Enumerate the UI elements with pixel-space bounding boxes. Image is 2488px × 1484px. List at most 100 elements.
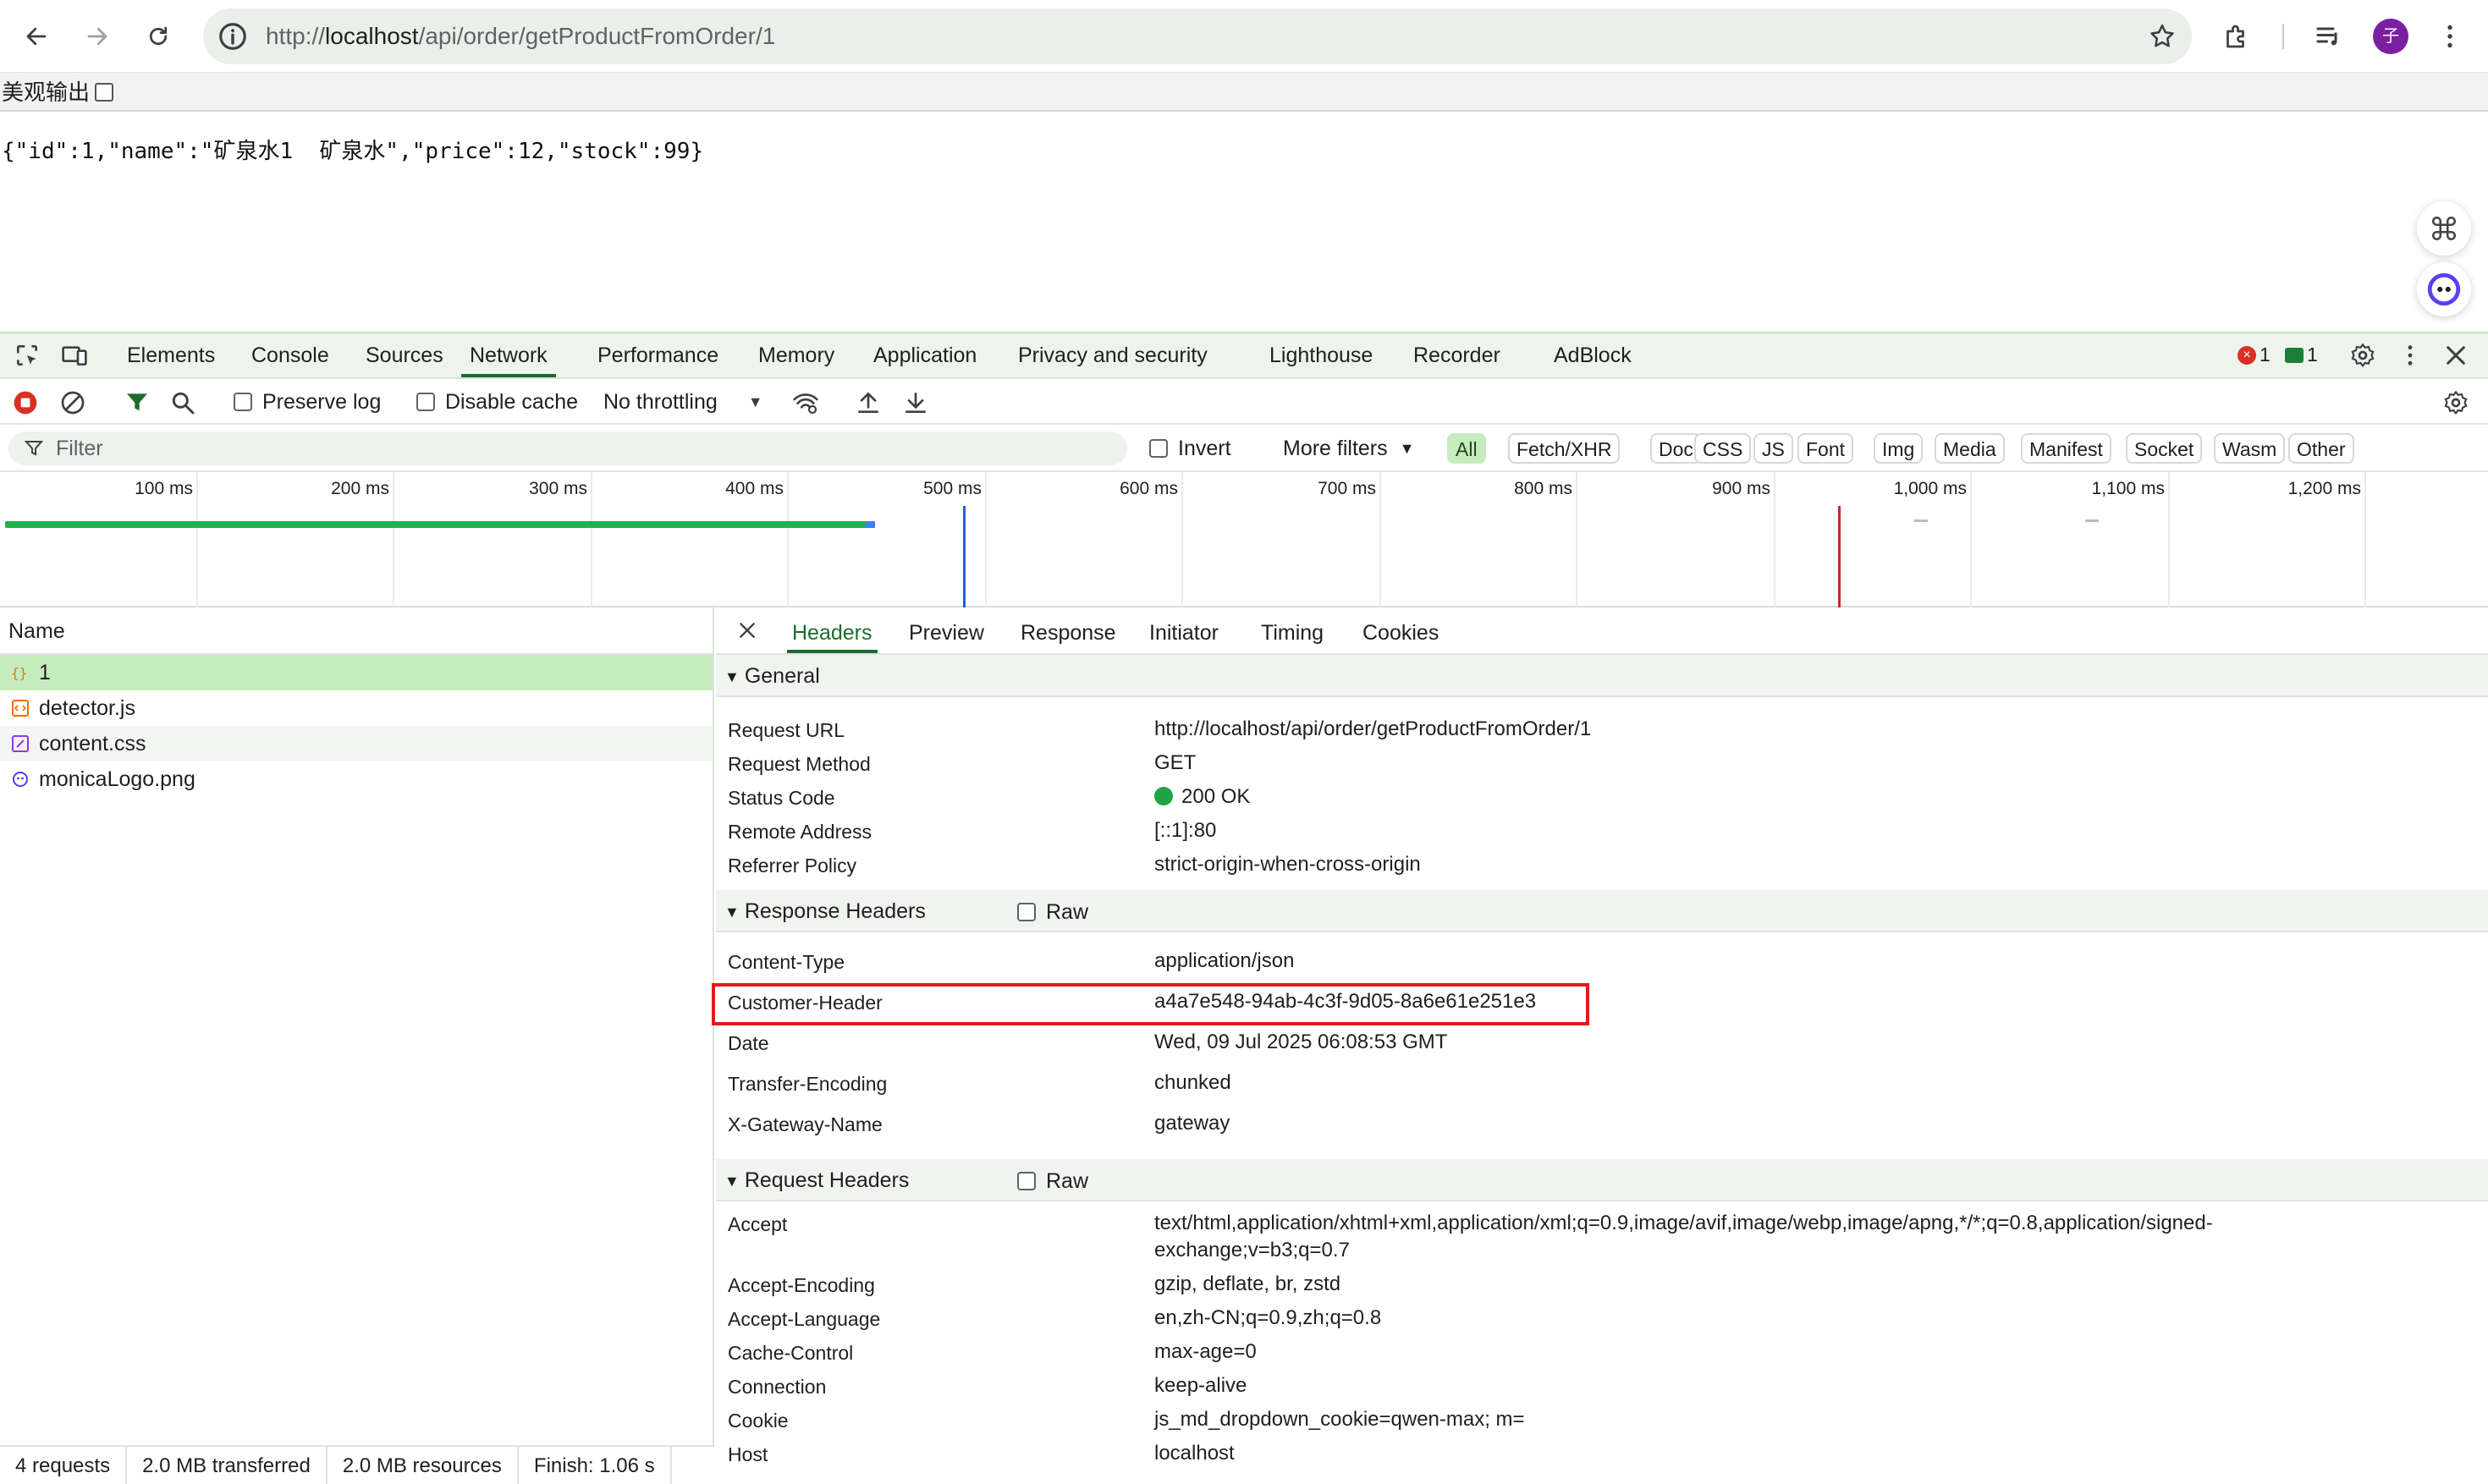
request-row[interactable]: monicaLogo.png	[0, 761, 713, 797]
header-value: application/json	[1154, 949, 1295, 972]
raw-checkbox[interactable]	[1017, 903, 1036, 921]
request-raw-toggle[interactable]: Raw	[1017, 1159, 1088, 1203]
filter-icon	[24, 441, 44, 456]
filter-chip-css[interactable]: CSS	[1694, 433, 1752, 464]
error-count-badge[interactable]: × 1	[2238, 344, 2271, 366]
back-button[interactable]	[15, 15, 58, 58]
invert-toggle[interactable]: Invert	[1149, 425, 1231, 472]
filter-chip-manifest[interactable]: Manifest	[2021, 433, 2111, 464]
tab-recorder[interactable]: Recorder	[1413, 333, 1500, 377]
settings-gear-icon[interactable]	[2349, 342, 2376, 369]
filter-chip-all[interactable]: All	[1447, 433, 1486, 464]
raw-checkbox[interactable]	[1017, 1172, 1036, 1190]
filter-chip-wasm[interactable]: Wasm	[2214, 433, 2286, 464]
filter-chip-js[interactable]: JS	[1753, 433, 1793, 464]
preserve-log-checkbox[interactable]	[234, 393, 252, 411]
request-row[interactable]: detector.js	[0, 690, 713, 726]
header-key: Transfer-Encoding	[728, 1073, 888, 1095]
url-text[interactable]: http://localhost/api/order/getProductFro…	[266, 8, 775, 64]
response-raw-toggle[interactable]: Raw	[1017, 890, 1088, 934]
shortcut-float-button[interactable]	[2417, 201, 2471, 256]
tab-sources[interactable]: Sources	[366, 333, 443, 377]
playlist-icon	[2316, 27, 2337, 46]
filter-chip-fetch-xhr[interactable]: Fetch/XHR	[1508, 433, 1621, 464]
header-value: 200 OK	[1154, 785, 1250, 809]
browser-menu-button[interactable]	[2432, 19, 2468, 54]
timeline-tick: 1,200 ms	[2288, 472, 2366, 607]
tab-application[interactable]: Application	[873, 333, 977, 377]
request-row[interactable]: content.css	[0, 726, 713, 761]
tab-timing[interactable]: Timing	[1261, 607, 1324, 653]
import-har-icon[interactable]	[855, 389, 882, 416]
extensions-button[interactable]	[2219, 19, 2254, 54]
close-devtools-icon[interactable]	[2442, 342, 2469, 369]
tab-adblock[interactable]: AdBlock	[1554, 333, 1632, 377]
message-count-badge[interactable]: 1	[2285, 344, 2318, 366]
invert-checkbox[interactable]	[1149, 439, 1168, 458]
header-value: Wed, 09 Jul 2025 06:08:53 GMT	[1154, 1031, 1448, 1053]
export-har-icon[interactable]	[902, 389, 929, 416]
filter-chip-socket[interactable]: Socket	[2126, 433, 2203, 464]
device-toolbar-icon[interactable]	[61, 342, 88, 369]
filter-funnel-icon[interactable]	[124, 389, 151, 416]
request-list: Name {} 1 detector.js content.css monica…	[0, 607, 714, 1484]
network-overview-timeline[interactable]: 100 ms 200 ms 300 ms 400 ms 500 ms 600 m…	[0, 472, 2488, 607]
filter-chip-media[interactable]: Media	[1935, 433, 2005, 464]
name-column-header[interactable]: Name	[0, 607, 713, 655]
network-conditions-icon[interactable]	[792, 389, 819, 416]
record-stop-icon[interactable]	[12, 389, 39, 416]
disable-cache-toggle[interactable]: Disable cache	[416, 379, 578, 425]
address-bar[interactable]: http://localhost/api/order/getProductFro…	[203, 8, 2192, 64]
network-settings-icon[interactable]	[2442, 389, 2469, 416]
tab-console[interactable]: Console	[251, 333, 329, 377]
tab-network[interactable]: Network	[461, 333, 556, 377]
tab-response[interactable]: Response	[1021, 607, 1116, 653]
disable-cache-checkbox[interactable]	[416, 393, 435, 411]
header-value: [::1]:80	[1154, 819, 1217, 842]
request-row[interactable]: {} 1	[0, 655, 713, 690]
media-controls-button[interactable]	[2310, 19, 2346, 54]
tab-memory[interactable]: Memory	[758, 333, 834, 377]
tab-preview[interactable]: Preview	[909, 607, 984, 653]
assistant-logo-icon	[2427, 272, 2461, 306]
profile-avatar[interactable]: 子	[2373, 19, 2408, 54]
close-details-icon[interactable]	[736, 619, 758, 641]
throttling-select[interactable]: No throttling ▼	[603, 379, 763, 425]
request-headers-section-header[interactable]: ▼ Request Headers Raw	[716, 1159, 2488, 1201]
tab-privacy-security[interactable]: Privacy and security	[1018, 333, 1208, 377]
inspect-element-icon[interactable]	[14, 342, 41, 369]
more-filters-dropdown[interactable]: More filters ▼	[1283, 425, 1414, 472]
filter-chip-img[interactable]: Img	[1874, 433, 1924, 464]
preserve-log-toggle[interactable]: Preserve log	[234, 379, 381, 425]
customer-header-highlight	[712, 983, 1589, 1025]
tab-elements[interactable]: Elements	[127, 333, 215, 377]
assistant-float-button[interactable]	[2417, 262, 2471, 316]
tab-lighthouse[interactable]: Lighthouse	[1269, 333, 1373, 377]
filter-chip-other[interactable]: Other	[2288, 433, 2354, 464]
timeline-tick: 200 ms	[331, 472, 394, 607]
search-icon[interactable]	[169, 389, 196, 416]
devtools-more-icon[interactable]	[2397, 342, 2424, 369]
filter-chip-font[interactable]: Font	[1797, 433, 1854, 464]
tab-performance[interactable]: Performance	[597, 333, 718, 377]
general-section-header[interactable]: ▼ General	[716, 655, 2488, 697]
general-section: Request URL http://localhost/api/order/g…	[716, 697, 2488, 890]
header-value: localhost	[1154, 1442, 1235, 1465]
clear-icon[interactable]	[59, 389, 86, 416]
tab-initiator[interactable]: Initiator	[1149, 607, 1219, 653]
response-headers-section-header[interactable]: ▼ Response Headers Raw	[716, 890, 2488, 932]
triangle-down-icon: ▼	[724, 1173, 740, 1190]
tab-cookies[interactable]: Cookies	[1362, 607, 1439, 653]
bookmark-star-icon[interactable]	[2148, 22, 2177, 51]
header-value: max-age=0	[1154, 1340, 1257, 1363]
tab-headers[interactable]: Headers	[787, 607, 878, 653]
chevron-down-icon: ▼	[1399, 439, 1415, 457]
header-value: strict-origin-when-cross-origin	[1154, 853, 1421, 876]
header-key: Cache-Control	[728, 1342, 854, 1364]
site-info-icon[interactable]	[217, 20, 249, 52]
filter-input[interactable]: Filter	[8, 431, 1127, 465]
pretty-print-checkbox[interactable]	[95, 83, 114, 102]
forward-button[interactable]	[76, 15, 118, 58]
timeline-tick: 1,000 ms	[1894, 472, 1972, 607]
reload-button[interactable]	[137, 15, 179, 58]
